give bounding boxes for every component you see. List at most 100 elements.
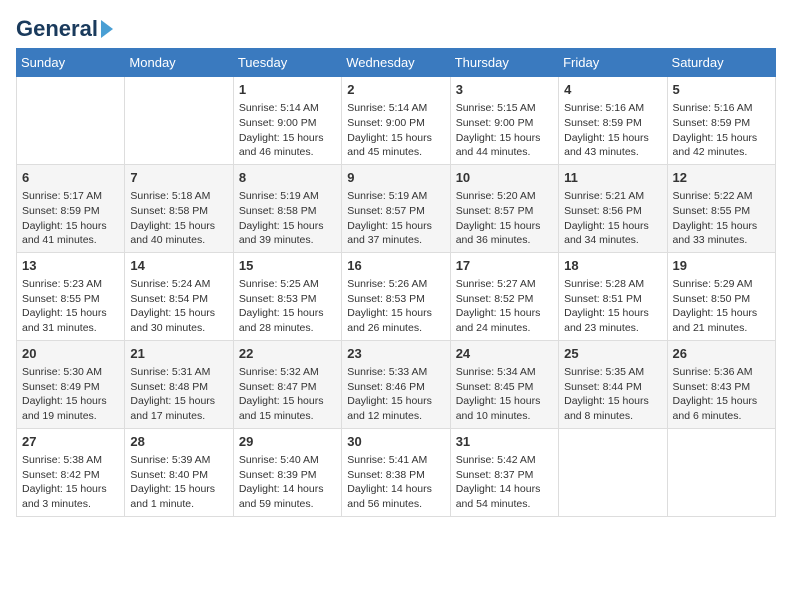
day-number: 6 bbox=[22, 169, 119, 187]
calendar-cell: 21Sunrise: 5:31 AMSunset: 8:48 PMDayligh… bbox=[125, 340, 233, 428]
day-of-week-header: Monday bbox=[125, 49, 233, 77]
sunset-text: Sunset: 8:37 PM bbox=[456, 469, 534, 481]
daylight-text: Daylight: 14 hours and 54 minutes. bbox=[456, 483, 541, 510]
calendar-table: SundayMondayTuesdayWednesdayThursdayFrid… bbox=[16, 48, 776, 517]
sunrise-text: Sunrise: 5:14 AM bbox=[347, 102, 427, 114]
day-number: 30 bbox=[347, 433, 444, 451]
day-of-week-header: Friday bbox=[559, 49, 667, 77]
daylight-text: Daylight: 14 hours and 56 minutes. bbox=[347, 483, 432, 510]
calendar-cell: 26Sunrise: 5:36 AMSunset: 8:43 PMDayligh… bbox=[667, 340, 775, 428]
sunset-text: Sunset: 8:47 PM bbox=[239, 381, 317, 393]
day-number: 2 bbox=[347, 81, 444, 99]
sunset-text: Sunset: 9:00 PM bbox=[456, 117, 534, 129]
logo-arrow-icon bbox=[101, 20, 113, 38]
sunset-text: Sunset: 8:56 PM bbox=[564, 205, 642, 217]
calendar-cell: 27Sunrise: 5:38 AMSunset: 8:42 PMDayligh… bbox=[17, 428, 125, 516]
day-number: 5 bbox=[673, 81, 770, 99]
sunset-text: Sunset: 8:51 PM bbox=[564, 293, 642, 305]
sunset-text: Sunset: 8:54 PM bbox=[130, 293, 208, 305]
calendar-cell: 18Sunrise: 5:28 AMSunset: 8:51 PMDayligh… bbox=[559, 252, 667, 340]
calendar-cell: 15Sunrise: 5:25 AMSunset: 8:53 PMDayligh… bbox=[233, 252, 341, 340]
day-of-week-header: Saturday bbox=[667, 49, 775, 77]
sunset-text: Sunset: 8:55 PM bbox=[22, 293, 100, 305]
day-number: 12 bbox=[673, 169, 770, 187]
day-of-week-header: Sunday bbox=[17, 49, 125, 77]
day-number: 15 bbox=[239, 257, 336, 275]
day-number: 24 bbox=[456, 345, 553, 363]
calendar-cell bbox=[17, 77, 125, 165]
sunset-text: Sunset: 8:49 PM bbox=[22, 381, 100, 393]
calendar-cell bbox=[667, 428, 775, 516]
day-number: 9 bbox=[347, 169, 444, 187]
calendar-cell: 6Sunrise: 5:17 AMSunset: 8:59 PMDaylight… bbox=[17, 164, 125, 252]
calendar-cell: 16Sunrise: 5:26 AMSunset: 8:53 PMDayligh… bbox=[342, 252, 450, 340]
day-number: 14 bbox=[130, 257, 227, 275]
sunset-text: Sunset: 8:39 PM bbox=[239, 469, 317, 481]
daylight-text: Daylight: 15 hours and 44 minutes. bbox=[456, 132, 541, 159]
daylight-text: Daylight: 15 hours and 17 minutes. bbox=[130, 395, 215, 422]
sunset-text: Sunset: 8:59 PM bbox=[564, 117, 642, 129]
day-number: 31 bbox=[456, 433, 553, 451]
calendar-cell: 13Sunrise: 5:23 AMSunset: 8:55 PMDayligh… bbox=[17, 252, 125, 340]
sunrise-text: Sunrise: 5:39 AM bbox=[130, 454, 210, 466]
calendar-cell: 30Sunrise: 5:41 AMSunset: 8:38 PMDayligh… bbox=[342, 428, 450, 516]
sunset-text: Sunset: 8:42 PM bbox=[22, 469, 100, 481]
sunrise-text: Sunrise: 5:35 AM bbox=[564, 366, 644, 378]
calendar-cell: 29Sunrise: 5:40 AMSunset: 8:39 PMDayligh… bbox=[233, 428, 341, 516]
daylight-text: Daylight: 15 hours and 39 minutes. bbox=[239, 220, 324, 247]
day-number: 16 bbox=[347, 257, 444, 275]
daylight-text: Daylight: 15 hours and 3 minutes. bbox=[22, 483, 107, 510]
sunset-text: Sunset: 8:57 PM bbox=[347, 205, 425, 217]
sunrise-text: Sunrise: 5:22 AM bbox=[673, 190, 753, 202]
daylight-text: Daylight: 15 hours and 36 minutes. bbox=[456, 220, 541, 247]
daylight-text: Daylight: 15 hours and 34 minutes. bbox=[564, 220, 649, 247]
daylight-text: Daylight: 15 hours and 26 minutes. bbox=[347, 307, 432, 334]
daylight-text: Daylight: 15 hours and 45 minutes. bbox=[347, 132, 432, 159]
sunrise-text: Sunrise: 5:36 AM bbox=[673, 366, 753, 378]
calendar-cell: 31Sunrise: 5:42 AMSunset: 8:37 PMDayligh… bbox=[450, 428, 558, 516]
day-number: 1 bbox=[239, 81, 336, 99]
day-number: 3 bbox=[456, 81, 553, 99]
daylight-text: Daylight: 15 hours and 6 minutes. bbox=[673, 395, 758, 422]
daylight-text: Daylight: 15 hours and 37 minutes. bbox=[347, 220, 432, 247]
day-number: 10 bbox=[456, 169, 553, 187]
day-number: 7 bbox=[130, 169, 227, 187]
daylight-text: Daylight: 15 hours and 46 minutes. bbox=[239, 132, 324, 159]
day-of-week-header: Tuesday bbox=[233, 49, 341, 77]
calendar-cell: 7Sunrise: 5:18 AMSunset: 8:58 PMDaylight… bbox=[125, 164, 233, 252]
calendar-week-row: 27Sunrise: 5:38 AMSunset: 8:42 PMDayligh… bbox=[17, 428, 776, 516]
calendar-cell: 3Sunrise: 5:15 AMSunset: 9:00 PMDaylight… bbox=[450, 77, 558, 165]
sunset-text: Sunset: 8:50 PM bbox=[673, 293, 751, 305]
calendar-week-row: 6Sunrise: 5:17 AMSunset: 8:59 PMDaylight… bbox=[17, 164, 776, 252]
day-number: 23 bbox=[347, 345, 444, 363]
daylight-text: Daylight: 15 hours and 43 minutes. bbox=[564, 132, 649, 159]
day-number: 11 bbox=[564, 169, 661, 187]
sunrise-text: Sunrise: 5:28 AM bbox=[564, 278, 644, 290]
sunrise-text: Sunrise: 5:19 AM bbox=[239, 190, 319, 202]
sunset-text: Sunset: 8:53 PM bbox=[239, 293, 317, 305]
sunrise-text: Sunrise: 5:38 AM bbox=[22, 454, 102, 466]
calendar-header-row: SundayMondayTuesdayWednesdayThursdayFrid… bbox=[17, 49, 776, 77]
day-number: 13 bbox=[22, 257, 119, 275]
day-number: 26 bbox=[673, 345, 770, 363]
sunrise-text: Sunrise: 5:21 AM bbox=[564, 190, 644, 202]
day-number: 28 bbox=[130, 433, 227, 451]
sunrise-text: Sunrise: 5:20 AM bbox=[456, 190, 536, 202]
sunset-text: Sunset: 8:58 PM bbox=[239, 205, 317, 217]
calendar-cell: 19Sunrise: 5:29 AMSunset: 8:50 PMDayligh… bbox=[667, 252, 775, 340]
calendar-cell: 12Sunrise: 5:22 AMSunset: 8:55 PMDayligh… bbox=[667, 164, 775, 252]
sunrise-text: Sunrise: 5:31 AM bbox=[130, 366, 210, 378]
logo-general: General bbox=[16, 16, 98, 42]
sunrise-text: Sunrise: 5:17 AM bbox=[22, 190, 102, 202]
sunset-text: Sunset: 8:46 PM bbox=[347, 381, 425, 393]
sunrise-text: Sunrise: 5:41 AM bbox=[347, 454, 427, 466]
sunrise-text: Sunrise: 5:16 AM bbox=[673, 102, 753, 114]
day-number: 4 bbox=[564, 81, 661, 99]
sunset-text: Sunset: 8:40 PM bbox=[130, 469, 208, 481]
sunset-text: Sunset: 8:53 PM bbox=[347, 293, 425, 305]
daylight-text: Daylight: 15 hours and 33 minutes. bbox=[673, 220, 758, 247]
sunrise-text: Sunrise: 5:14 AM bbox=[239, 102, 319, 114]
calendar-cell: 8Sunrise: 5:19 AMSunset: 8:58 PMDaylight… bbox=[233, 164, 341, 252]
logo: General bbox=[16, 16, 114, 38]
daylight-text: Daylight: 15 hours and 31 minutes. bbox=[22, 307, 107, 334]
